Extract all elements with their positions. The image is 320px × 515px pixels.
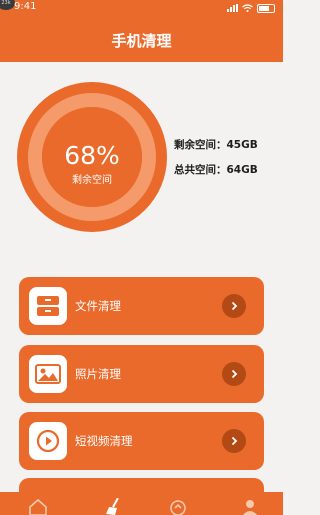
status-time: 9:41 bbox=[14, 1, 37, 12]
file-cleanup-label: 文件清理 bbox=[75, 299, 121, 313]
total-space: 总共空间：64GB bbox=[174, 162, 258, 177]
chevron-right-icon bbox=[222, 294, 246, 318]
storage-caption: 剩余空间 bbox=[72, 175, 112, 186]
short-video-cleanup-button[interactable]: 短视频清理 bbox=[19, 412, 264, 470]
broom-icon[interactable] bbox=[104, 498, 124, 515]
total-label: 总共空间： bbox=[174, 164, 227, 176]
signal-icon bbox=[227, 4, 238, 12]
status-icons bbox=[227, 2, 275, 14]
chevron-right-icon bbox=[222, 429, 246, 453]
status-badge: 23k bbox=[0, 0, 15, 10]
remaining-label: 剩余空间： bbox=[174, 139, 227, 151]
bottom-nav bbox=[0, 492, 283, 515]
video-play-icon bbox=[29, 422, 67, 460]
photo-icon bbox=[29, 355, 67, 393]
page-title: 手机清理 bbox=[0, 16, 283, 62]
wifi-icon bbox=[242, 4, 253, 12]
total-value: 64GB bbox=[226, 164, 258, 176]
photo-cleanup-label: 照片清理 bbox=[75, 367, 121, 381]
remaining-value: 45GB bbox=[226, 139, 258, 151]
photo-cleanup-button[interactable]: 照片清理 bbox=[19, 345, 264, 403]
status-bar: 23k 9:41 bbox=[0, 0, 283, 16]
battery-icon bbox=[257, 3, 275, 13]
short-video-cleanup-label: 短视频清理 bbox=[75, 434, 133, 448]
file-cleanup-button[interactable]: 文件清理 bbox=[19, 277, 264, 335]
remaining-space: 剩余空间：45GB bbox=[174, 137, 258, 152]
profile-icon[interactable] bbox=[240, 498, 260, 515]
file-cabinet-icon bbox=[29, 287, 67, 325]
home-icon[interactable] bbox=[28, 498, 48, 515]
chevron-right-icon bbox=[222, 362, 246, 386]
storage-percent: 68% bbox=[64, 141, 120, 170]
cleanup-icon[interactable] bbox=[168, 498, 188, 515]
